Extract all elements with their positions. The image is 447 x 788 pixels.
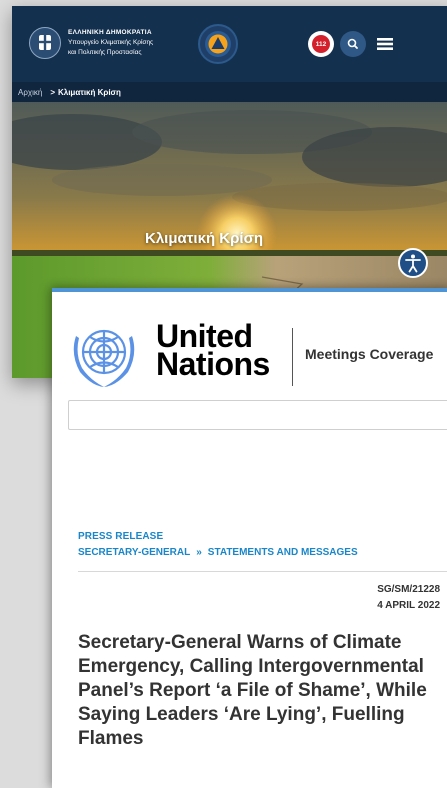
hero-title: Κλιματική Κρίση: [145, 230, 264, 247]
greek-coat-of-arms-icon: [29, 27, 61, 59]
header-divider: [292, 328, 293, 386]
accessibility-button[interactable]: [398, 248, 428, 278]
emergency-112-label: 112: [312, 35, 330, 53]
ministry-name: ΕΛΛΗΝΙΚΗ ΔΗΜΟΚΡΑΤΙΑ Υπουργείο Κλιματικής…: [68, 28, 153, 58]
press-release-headline: Secretary-General Warns of Climate Emerg…: [78, 632, 427, 749]
document-number: SG/SM/21228: [377, 584, 440, 595]
content-divider: [78, 571, 447, 572]
breadcrumb-current: Κλιματική Κρίση: [57, 87, 121, 97]
ministry-title-main: ΕΛΛΗΝΙΚΗ ΔΗΜΟΚΡΑΤΙΑ: [68, 29, 152, 36]
crumb-statements-link[interactable]: STATEMENTS AND MESSAGES: [208, 547, 358, 558]
breadcrumb-separator: >: [50, 87, 55, 97]
ministry-header: ΕΛΛΗΝΙΚΗ ΔΗΜΟΚΡΑΤΙΑ Υπουργείο Κλιματικής…: [12, 6, 447, 82]
ministry-title-sub-2: και Πολιτικής Προστασίας: [68, 49, 142, 56]
search-input[interactable]: [68, 400, 447, 430]
un-press-release-page: United Nations Meetings Coverage PRESS R…: [52, 288, 447, 788]
emergency-112-button[interactable]: 112: [308, 31, 334, 57]
press-release-label: PRESS RELEASE: [78, 531, 164, 542]
un-emblem-icon[interactable]: [66, 316, 142, 392]
un-wordmark-line-2: Nations: [156, 346, 270, 382]
crumb-secretary-general-link[interactable]: SECRETARY-GENERAL: [78, 547, 190, 558]
hamburger-menu-icon: [377, 38, 393, 50]
release-date: 4 APRIL 2022: [377, 600, 440, 611]
crumb-separator-icon: »: [196, 547, 202, 558]
accessibility-icon: [405, 254, 421, 273]
un-wordmark[interactable]: United Nations: [156, 320, 270, 382]
search-icon: [347, 38, 358, 49]
ministry-breadcrumb: Αρχική > Κλιματική Κρίση: [12, 82, 447, 102]
meetings-coverage-link[interactable]: Meetings Coverage: [305, 346, 433, 362]
menu-button[interactable]: [372, 31, 398, 57]
ministry-title-sub-1: Υπουργείο Κλιματικής Κρίσης: [68, 39, 154, 46]
search-button[interactable]: [340, 31, 366, 57]
civil-protection-logo-icon: [198, 24, 238, 64]
press-release-breadcrumb: SECRETARY-GENERAL » STATEMENTS AND MESSAGE…: [78, 547, 358, 558]
breadcrumb-home-link[interactable]: Αρχική: [18, 88, 42, 97]
un-top-accent-bar: [52, 288, 447, 292]
